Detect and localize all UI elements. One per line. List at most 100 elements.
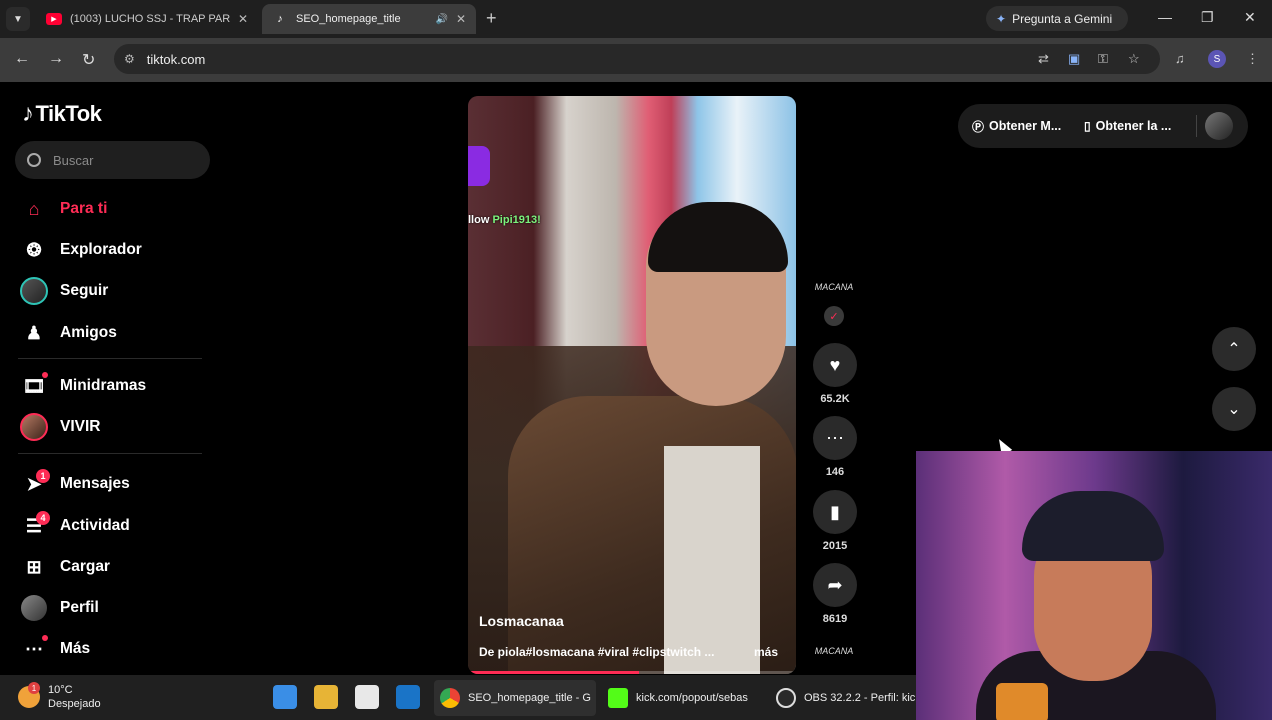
- notification-dot: [42, 372, 48, 378]
- tiktok-icon: ♪: [22, 100, 34, 127]
- share-arrow-icon: ➦: [813, 563, 857, 607]
- notification-dot: [42, 635, 48, 641]
- youtube-icon: ▶: [46, 13, 62, 25]
- video-author[interactable]: Losmacanaa: [479, 613, 564, 629]
- start-windows-icon[interactable]: [273, 685, 297, 709]
- task-label: SEO_homepage_title - G: [468, 692, 591, 704]
- nav-label: Amigos: [60, 324, 117, 341]
- weather-widget[interactable]: 1 10°C Despejado: [18, 682, 101, 711]
- taskbar-obs[interactable]: OBS 32.2.2 - Perfil: kic: [770, 680, 916, 716]
- nav-label: Cargar: [60, 558, 110, 575]
- search-icon: [27, 153, 41, 167]
- new-tab-button[interactable]: +: [486, 8, 497, 29]
- previous-video-button[interactable]: ⌃: [1212, 327, 1256, 371]
- user-avatar[interactable]: [1205, 112, 1233, 140]
- search-input[interactable]: Buscar: [15, 141, 210, 179]
- activity-icon: ☰ 4: [18, 510, 50, 542]
- windows-taskbar: 1 10°C Despejado SEO_homepage_title - G …: [0, 675, 916, 720]
- live-avatar: [20, 413, 48, 441]
- heart-icon: ♥: [813, 343, 857, 387]
- nav-vivir[interactable]: VIVIR: [18, 411, 100, 443]
- cast-icon[interactable]: ▣: [1068, 51, 1080, 67]
- profile-avatar[interactable]: S: [1208, 50, 1226, 68]
- nav-seguir[interactable]: Seguir: [18, 275, 108, 307]
- outlook-icon[interactable]: [396, 685, 420, 709]
- taskbar-kick[interactable]: kick.com/popout/sebas: [602, 680, 766, 716]
- window-close-button[interactable]: ✕: [1244, 9, 1256, 26]
- music-disc-avatar[interactable]: MACANA: [814, 646, 854, 666]
- next-video-button[interactable]: ⌄: [1212, 387, 1256, 431]
- restore-button[interactable]: ❐: [1201, 9, 1214, 26]
- nav-label: Minidramas: [60, 377, 147, 394]
- translate-icon[interactable]: ⇄: [1038, 51, 1049, 67]
- nav-perfil[interactable]: Perfil: [18, 592, 99, 624]
- coin-icon: Ⓟ: [972, 119, 985, 134]
- tab-tiktok[interactable]: ♪ SEO_homepage_title 🔊 ✕: [262, 4, 476, 34]
- bookmark-star-icon[interactable]: ☆: [1128, 51, 1140, 67]
- site-info-icon[interactable]: ⚙: [124, 52, 135, 66]
- close-icon[interactable]: ✕: [456, 12, 466, 26]
- messages-badge: 1: [36, 469, 50, 483]
- nav-actividad[interactable]: ☰ 4 Actividad: [18, 510, 130, 542]
- video-player[interactable]: llow Pipi1913! Losmacanaa De piola#losma…: [468, 96, 796, 674]
- password-key-icon[interactable]: ⚿: [1098, 51, 1108, 67]
- forward-button[interactable]: →: [48, 50, 64, 68]
- reload-button[interactable]: ↻: [82, 50, 95, 70]
- more-link[interactable]: más: [754, 645, 778, 659]
- gemini-label: Pregunta a Gemini: [1012, 11, 1113, 26]
- stream-alert-graphic: [468, 146, 490, 186]
- phone-icon: ▯: [1084, 119, 1091, 133]
- nav-cargar[interactable]: ⊞ Cargar: [18, 551, 110, 583]
- speaker-icon[interactable]: 🔊: [435, 14, 447, 25]
- minimize-button[interactable]: —: [1158, 9, 1172, 25]
- nav-explorador[interactable]: ❂ Explorador: [18, 234, 142, 266]
- tab-search-button[interactable]: ▼: [6, 7, 30, 31]
- file-explorer-icon[interactable]: [314, 685, 338, 709]
- share-button[interactable]: ➦ 8619: [812, 563, 858, 625]
- get-coins-button[interactable]: Ⓟ Obtener M...: [972, 118, 1084, 135]
- media-controls-icon[interactable]: ♫: [1175, 51, 1185, 66]
- taskbar-chrome[interactable]: SEO_homepage_title - G: [434, 680, 596, 716]
- friends-icon: ♟: [25, 322, 43, 343]
- video-progress-bar[interactable]: [468, 671, 796, 674]
- tab-youtube[interactable]: ▶ (1003) LUCHO SSJ - TRAP PARA ✕: [36, 4, 258, 34]
- nav-para-ti[interactable]: ⌂ Para ti: [18, 193, 108, 225]
- nav-mas[interactable]: ⋯ Más: [18, 633, 90, 665]
- following-avatar: [20, 277, 48, 305]
- get-coins-label: Obtener M...: [989, 119, 1062, 133]
- minidramas-icon: 🎞: [18, 370, 50, 402]
- back-button[interactable]: ←: [14, 50, 30, 68]
- creator-avatar[interactable]: MACANA: [814, 282, 854, 306]
- nav-label: Seguir: [60, 282, 109, 299]
- store-icon[interactable]: [355, 685, 379, 709]
- nav-label: Más: [60, 640, 91, 657]
- weather-temperature: 10°C: [48, 684, 73, 696]
- profile-avatar: [21, 595, 47, 621]
- url-text: tiktok.com: [146, 51, 206, 67]
- task-label: kick.com/popout/sebas: [636, 692, 748, 704]
- comment-button[interactable]: ⋯ 146: [812, 416, 858, 478]
- nav-label: Perfil: [60, 599, 99, 616]
- tab-title: SEO_homepage_title: [296, 13, 401, 25]
- nav-minidramas[interactable]: 🎞 Minidramas: [18, 370, 146, 402]
- gemini-button[interactable]: ✦ Pregunta a Gemini: [986, 6, 1128, 31]
- pill-divider: [1196, 115, 1197, 137]
- like-button[interactable]: ♥ 65.2K: [812, 343, 858, 405]
- close-icon[interactable]: ✕: [238, 12, 248, 26]
- menu-kebab-icon[interactable]: ⋮: [1246, 51, 1259, 67]
- tiktok-logo[interactable]: ♪ TikTok: [22, 100, 102, 128]
- chevron-down-icon: ▼: [13, 13, 23, 25]
- obs-icon: [776, 688, 796, 708]
- video-description: De piola#losmacana #viral #clipstwitch .…: [479, 645, 715, 659]
- address-bar[interactable]: ⚙ tiktok.com: [114, 44, 1160, 74]
- webcam-cap: [1022, 491, 1164, 561]
- sidebar-divider: [18, 453, 202, 454]
- more-icon: ⋯: [18, 633, 50, 665]
- nav-amigos[interactable]: ♟ Amigos: [18, 317, 117, 349]
- followed-check-icon[interactable]: ✓: [824, 306, 844, 326]
- save-button[interactable]: ▮ 2015: [812, 490, 858, 552]
- nav-label: Explorador: [60, 241, 142, 258]
- save-count: 2015: [822, 540, 848, 552]
- get-app-button[interactable]: ▯ Obtener la ...: [1084, 119, 1196, 133]
- nav-mensajes[interactable]: ➤ 1 Mensajes: [18, 468, 130, 500]
